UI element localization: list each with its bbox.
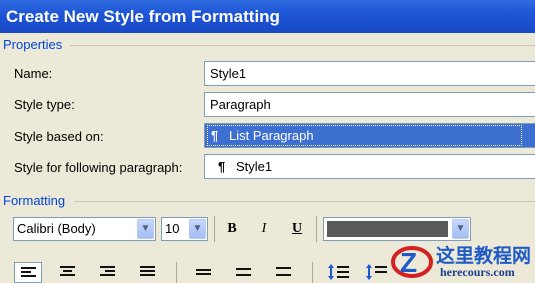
one-half-spacing-icon — [236, 268, 251, 278]
single-spacing-button[interactable] — [190, 262, 218, 283]
dialog-title-bar: Create New Style from Formatting — [0, 0, 535, 33]
style-based-on-value: List Paragraph — [229, 128, 314, 143]
chevron-down-icon[interactable]: ▼ — [137, 219, 154, 239]
site-url: herecours.com — [440, 265, 515, 279]
site-watermark: Z 这里教程网 herecours.com — [388, 238, 535, 283]
justify-button[interactable] — [134, 262, 162, 283]
properties-divider — [70, 45, 535, 46]
underline-button[interactable]: U — [286, 218, 308, 240]
font-color-swatch — [327, 221, 448, 237]
following-paragraph-value: Style1 — [236, 159, 273, 174]
align-left-icon — [21, 267, 36, 279]
double-spacing-icon — [276, 267, 291, 278]
italic-button[interactable]: I — [253, 218, 275, 240]
svg-text:Z: Z — [400, 247, 417, 278]
site-logo-icon: Z — [391, 246, 433, 278]
font-name-dropdown[interactable]: Calibri (Body) ▼ — [13, 217, 156, 241]
formatting-section-label: Formatting — [3, 193, 66, 208]
align-right-icon — [100, 266, 115, 278]
style-type-dropdown[interactable]: Paragraph — [204, 92, 535, 117]
properties-section-label: Properties — [3, 37, 63, 52]
justify-icon — [140, 266, 155, 278]
following-paragraph-label: Style for following paragraph: — [14, 160, 183, 175]
toolbar-separator — [214, 216, 215, 242]
font-size-value: 10 — [165, 221, 180, 236]
space-after-icon — [366, 264, 387, 280]
align-center-button[interactable] — [54, 262, 82, 283]
site-name: 这里教程网 — [436, 245, 532, 267]
following-paragraph-dropdown[interactable]: ¶ Style1 — [204, 154, 535, 179]
font-size-dropdown[interactable]: 10 ▼ — [161, 217, 208, 241]
toolbar-separator — [176, 262, 177, 283]
double-spacing-button[interactable] — [270, 262, 298, 283]
name-value: Style1 — [210, 66, 247, 81]
align-center-icon — [60, 266, 75, 278]
style-based-on-label: Style based on: — [14, 129, 104, 144]
style-based-on-dropdown[interactable]: ¶ List Paragraph — [204, 123, 535, 148]
font-name-value: Calibri (Body) — [17, 221, 96, 236]
name-field[interactable]: Style1 — [204, 61, 535, 86]
align-left-button[interactable] — [14, 262, 42, 283]
one-half-spacing-button[interactable] — [230, 262, 258, 283]
dialog-title: Create New Style from Formatting — [6, 7, 280, 26]
chevron-down-icon[interactable]: ▼ — [189, 219, 206, 239]
space-before-button[interactable] — [326, 262, 354, 283]
bold-button[interactable]: B — [221, 218, 243, 240]
space-before-icon — [328, 264, 349, 280]
single-spacing-icon — [196, 269, 211, 277]
toolbar-separator — [312, 262, 313, 283]
formatting-divider — [74, 201, 535, 202]
toolbar-separator — [316, 216, 317, 242]
paragraph-mark-icon: ¶ — [211, 128, 219, 143]
paragraph-mark-icon: ¶ — [218, 159, 226, 174]
style-type-label: Style type: — [14, 97, 75, 112]
name-label: Name: — [14, 66, 53, 81]
style-type-value: Paragraph — [210, 97, 271, 112]
chevron-down-icon[interactable]: ▼ — [452, 219, 469, 239]
align-right-button[interactable] — [94, 262, 122, 283]
